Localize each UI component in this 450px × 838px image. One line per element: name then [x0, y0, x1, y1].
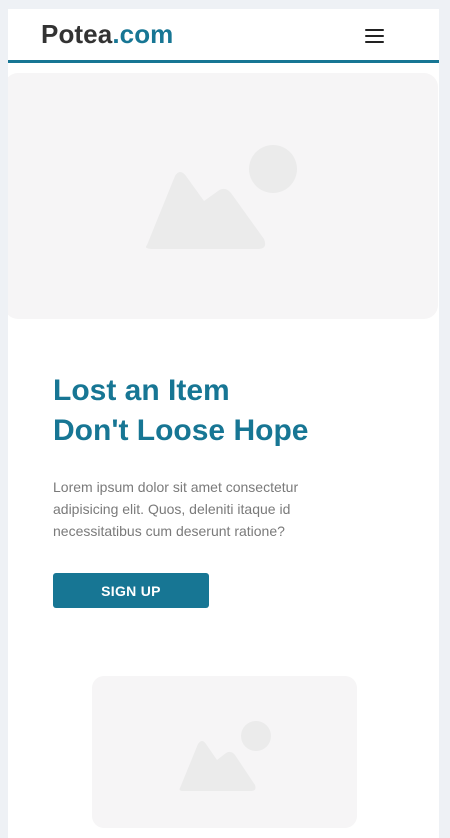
hero-title-line-2: Don't Loose Hope [53, 414, 309, 447]
hero-title: Lost an Item Don't Loose Hope [53, 371, 413, 451]
hero-description: Lorem ipsum dolor sit amet consectetur a… [53, 479, 299, 539]
hamburger-menu-icon[interactable] [365, 27, 384, 45]
placeholder-mountains [145, 172, 266, 249]
brand-tld: .com [112, 19, 174, 49]
hero-image-placeholder [8, 73, 438, 319]
navbar: Potea.com [8, 9, 439, 63]
menu-bar-top [365, 29, 384, 31]
brand-logo[interactable]: Potea.com [41, 19, 173, 49]
placeholder-sun [241, 721, 271, 751]
secondary-image-placeholder [92, 676, 357, 828]
placeholder-sun [249, 145, 297, 193]
sign-up-button[interactable]: SIGN UP [53, 573, 209, 608]
placeholder-mountains [179, 741, 256, 791]
brand-name: Potea [41, 19, 113, 49]
page-container: Potea.com Lost an Item Don't Loose Hope … [8, 9, 439, 838]
hero-title-line-1: Lost an Item [53, 374, 230, 407]
menu-bar-bottom [365, 41, 384, 43]
menu-bar-middle [365, 35, 384, 37]
image-placeholder-icon [179, 721, 271, 791]
image-placeholder-icon [145, 145, 297, 249]
